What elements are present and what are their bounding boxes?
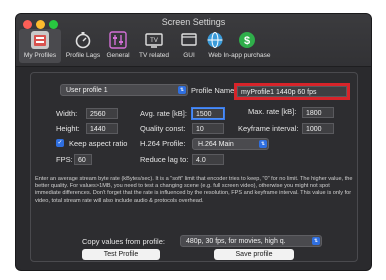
profile-name-label: Profile Name: [191,86,237,95]
chevron-updown-icon: ⇅ [312,237,320,245]
reduce-lag-label: Reduce lag to: [140,155,189,164]
chevron-updown-icon: ⇅ [259,140,267,148]
settings-window: Screen Settings My Profiles Profile Lags… [16,14,371,270]
keyframe-field[interactable]: 1000 [302,123,334,134]
tab-in-app-purchase[interactable]: $ In-app purchase [222,29,272,63]
chevron-updown-icon: ⇅ [178,86,186,94]
svg-text:TV: TV [150,38,158,44]
copy-from-select[interactable]: 480p, 30 fps, for movies, high q. ⇅ [180,235,322,247]
save-profile-button[interactable]: Save profile [214,249,294,260]
h264-profile-select[interactable]: H.264 Main ⇅ [192,138,269,150]
profile-select-value: User profile 1 [66,87,108,94]
fps-label: FPS: [56,155,73,164]
fps-field[interactable]: 60 [74,154,92,165]
keep-aspect-checkbox[interactable]: ✓ [56,139,64,147]
svg-text:$: $ [244,35,250,47]
h264-profile-label: H.264 Profile: [140,139,186,148]
test-profile-button[interactable]: Test Profile [82,249,160,260]
max-rate-label: Max. rate [kB]: [248,107,297,116]
quality-label: Quality const: [140,124,186,133]
copy-from-value: 480p, 30 fps, for movies, high q. [186,238,286,245]
height-field[interactable]: 1440 [86,123,118,134]
width-field[interactable]: 2560 [86,108,118,119]
keep-aspect-label: Keep aspect ratio [69,139,128,148]
tab-my-profiles[interactable]: My Profiles [19,29,61,63]
window-title: Screen Settings [161,17,226,27]
quality-field[interactable]: 10 [192,123,224,134]
profiles-icon [31,31,49,49]
keyframe-label: Keyframe interval: [238,124,299,133]
tv-icon: TV [145,31,163,49]
dollar-icon: $ [238,31,256,49]
height-label: Height: [56,124,80,133]
tab-label: In-app purchase [223,52,271,59]
copy-from-label: Copy values from profile: [82,237,165,246]
h264-profile-value: H.264 Main [198,141,234,148]
width-label: Width: [56,109,78,118]
profile-select[interactable]: User profile 1 ⇅ [60,84,188,96]
profile-panel [30,72,358,262]
stopwatch-icon [74,31,92,49]
profile-content: User profile 1 ⇅ Profile Name: myProfile… [30,72,358,262]
title-bar: Screen Settings My Profiles Profile Lags… [16,14,371,67]
sliders-icon [109,31,127,49]
highlight-box [234,83,350,100]
max-rate-field[interactable]: 1800 [302,107,334,118]
tab-label: My Profiles [23,52,57,59]
reduce-lag-field[interactable]: 4.0 [192,154,224,165]
avg-rate-label: Avg. rate [kB]: [140,109,187,118]
help-text: Enter an average stream byte rate (kByte… [35,176,353,204]
avg-rate-field[interactable]: 1500 [192,108,224,119]
